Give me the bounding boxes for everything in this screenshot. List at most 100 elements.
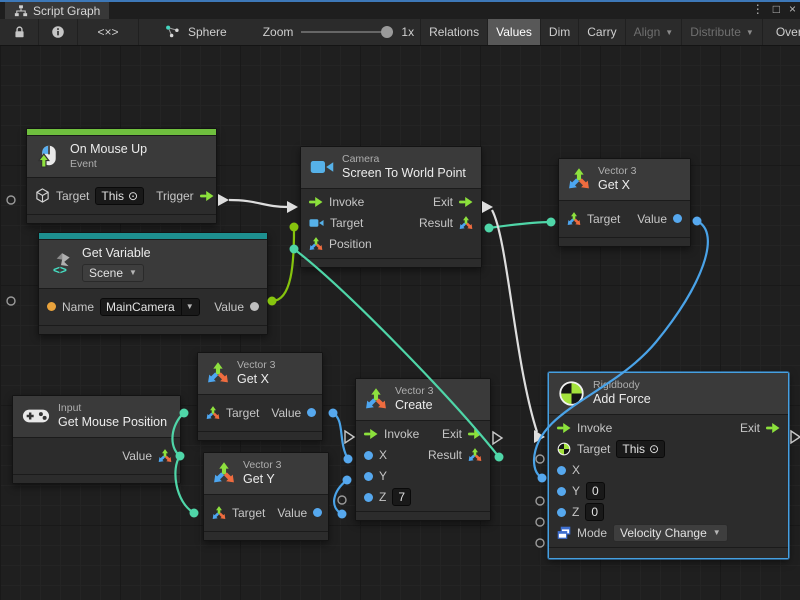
toolbar-button-overview[interactable]: Overview (768, 19, 800, 45)
node-create-vector3[interactable]: Vector 3 Create Invoke Exit X Result (355, 378, 491, 521)
vector3-port-icon[interactable] (206, 406, 220, 420)
mouse-up-icon (36, 143, 62, 169)
vector3-icon (568, 168, 590, 190)
zoom-slider[interactable] (301, 19, 393, 45)
object-picker-icon[interactable]: ⊙ (128, 188, 138, 204)
input-icon (22, 406, 50, 426)
node-screen-to-world-point[interactable]: Camera Screen To World Point Invoke Exit… (300, 146, 482, 268)
vector3-icon (213, 462, 235, 484)
port-invoke-label: Invoke (329, 195, 364, 209)
menu-dots-icon[interactable]: ⋮ (752, 2, 764, 16)
target-value-field[interactable]: This⊙ (616, 440, 665, 458)
rigidbody-port-icon[interactable] (557, 442, 571, 456)
toolbar-button-carry[interactable]: Carry (579, 19, 625, 45)
port-value-dot[interactable] (313, 508, 322, 517)
flow-arrow-icon[interactable] (309, 197, 323, 207)
port-target-label: Target (330, 216, 363, 230)
variable-scope-dropdown[interactable]: Scene▼ (82, 264, 144, 282)
flow-arrow-icon[interactable] (468, 429, 482, 439)
port-result-label: Result (419, 216, 453, 230)
zoom-label: Zoom (263, 25, 294, 39)
lock-icon (13, 25, 26, 39)
caret-down-icon: ▼ (746, 28, 754, 37)
caret-down-icon: ▼ (129, 265, 137, 281)
event-color-bar (27, 129, 216, 136)
y-value-field[interactable]: 0 (586, 482, 605, 500)
svg-text:<>: <> (53, 263, 67, 277)
vector3-icon (365, 388, 387, 410)
tab-script-graph[interactable]: Script Graph (5, 2, 109, 19)
flow-arrow-icon[interactable] (200, 191, 214, 201)
port-value-dot[interactable] (673, 214, 682, 223)
force-mode-dropdown[interactable]: Velocity Change▼ (613, 524, 728, 542)
toolbar-button-align[interactable]: Align▼ (626, 19, 683, 45)
focus-indicator (0, 0, 800, 2)
object-picker-icon[interactable]: ⊙ (649, 441, 659, 457)
rigidbody-icon (558, 380, 585, 407)
zoom-value: 1x (401, 25, 414, 39)
port-value-dot[interactable] (307, 408, 316, 417)
z-value-field[interactable]: 0 (585, 503, 604, 521)
toolbar-button-distribute[interactable]: Distribute▼ (682, 19, 763, 45)
port-value-dot[interactable] (250, 302, 259, 311)
port-position-label: Position (329, 237, 372, 251)
node-get-mouse-position[interactable]: Input Get Mouse Position Value (12, 395, 181, 484)
port-exit-label: Exit (433, 195, 453, 209)
info-icon (51, 25, 65, 39)
port-y-dot[interactable] (364, 472, 373, 481)
port-x-dot[interactable] (557, 466, 566, 475)
gameobject-icon (35, 188, 50, 203)
node-title: On Mouse Up (70, 142, 147, 158)
variable-name-dropdown[interactable]: MainCamera▼ (100, 298, 200, 316)
node-category: Camera (342, 153, 466, 166)
vector3-port-icon[interactable] (158, 449, 172, 463)
graph-breadcrumb[interactable]: Sphere (188, 25, 227, 39)
vector3-port-icon[interactable] (468, 448, 482, 462)
node-get-y[interactable]: Vector 3 Get Y Target Value (203, 452, 329, 541)
zoom-slider-knob[interactable] (381, 26, 393, 38)
toolbar-button-dim[interactable]: Dim (541, 19, 579, 45)
vector3-port-icon[interactable] (567, 212, 581, 226)
node-title: Screen To World Point (342, 166, 466, 182)
camera-port-icon[interactable] (309, 217, 324, 229)
script-graph-window: Script Graph ⋮ □ × <×> Sphere Zoom 1x Re… (0, 0, 800, 600)
force-mode-icon (557, 526, 571, 540)
camera-icon (310, 157, 334, 177)
flow-arrow-icon[interactable] (459, 197, 473, 207)
variable-color-bar (39, 233, 267, 240)
toolbar-button-relations[interactable]: Relations (421, 19, 488, 45)
flow-arrow-icon[interactable] (557, 423, 571, 433)
vector3-port-icon[interactable] (309, 237, 323, 251)
graph-breadcrumb-icon (165, 25, 180, 39)
caret-down-icon: ▼ (713, 525, 721, 541)
vector3-icon (207, 362, 229, 384)
port-y-dot[interactable] (557, 487, 566, 496)
port-x-dot[interactable] (364, 451, 373, 460)
node-subtitle: Event (70, 158, 147, 171)
node-add-force[interactable]: Rigidbody Add Force Invoke Exit Target T… (548, 372, 789, 559)
port-z-dot[interactable] (364, 493, 373, 502)
tab-bar: Script Graph ⋮ □ × (0, 0, 800, 19)
toolbar-button-values[interactable]: Values (488, 19, 541, 45)
port-name-dot[interactable] (47, 302, 56, 311)
node-get-variable[interactable]: <> Get Variable Scene▼ Name MainCamera▼ … (38, 232, 268, 335)
vector3-port-icon[interactable] (212, 506, 226, 520)
port-trigger-label: Trigger (156, 189, 194, 203)
node-get-x-top[interactable]: Vector 3 Get X Target Value (558, 158, 691, 247)
lock-button[interactable] (0, 19, 39, 45)
node-on-mouse-up[interactable]: On Mouse Up Event Target This⊙ Trigger (26, 128, 217, 224)
port-value-label: Value (214, 300, 244, 314)
z-value-field[interactable]: 7 (392, 488, 411, 506)
port-target-label: Target (587, 212, 620, 226)
node-get-x-mid[interactable]: Vector 3 Get X Target Value (197, 352, 323, 441)
close-icon[interactable]: × (789, 2, 796, 16)
code-preview-button[interactable]: <×> (78, 19, 139, 45)
target-value-field[interactable]: This⊙ (95, 187, 144, 205)
flow-arrow-icon[interactable] (766, 423, 780, 433)
vector3-port-icon[interactable] (459, 216, 473, 230)
maximize-icon[interactable]: □ (773, 2, 780, 16)
port-z-dot[interactable] (557, 508, 566, 517)
port-name-label: Name (62, 300, 94, 314)
flow-arrow-icon[interactable] (364, 429, 378, 439)
info-button[interactable] (39, 19, 78, 45)
